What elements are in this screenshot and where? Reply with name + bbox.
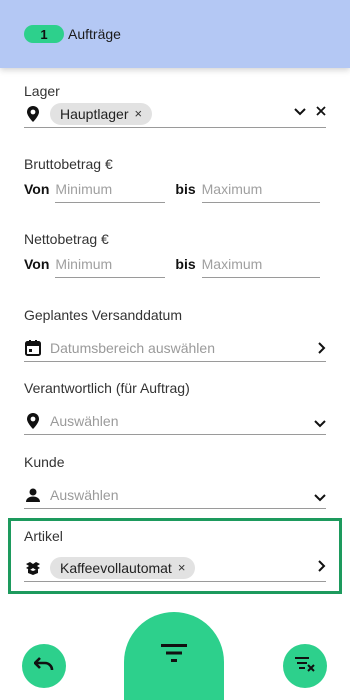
artikel-chip: Kaffeevollautomat × bbox=[50, 556, 196, 579]
brutto-to-label: bis bbox=[175, 181, 196, 197]
netto-to-label: bis bbox=[175, 256, 196, 272]
lager-chip-label: Hauptlager bbox=[60, 105, 129, 122]
lager-field: Lager Hauptlager × bbox=[24, 82, 326, 128]
versand-placeholder: Datumsbereich auswählen bbox=[50, 339, 215, 356]
lager-chip-remove[interactable]: × bbox=[135, 106, 143, 121]
artikel-chip-label: Kaffeevollautomat bbox=[60, 559, 172, 576]
clear-filter-button[interactable] bbox=[283, 644, 327, 688]
netto-field: Nettobetrag € Von Minimum bis Maximum bbox=[24, 230, 326, 278]
chevron-down-icon[interactable] bbox=[314, 416, 326, 431]
filter-icon bbox=[161, 644, 187, 667]
count-badge: 1 bbox=[24, 25, 64, 43]
header-bar: 1 Aufträge bbox=[0, 0, 350, 68]
brutto-from-label: Von bbox=[24, 181, 50, 197]
chevron-down-icon[interactable] bbox=[314, 490, 326, 505]
netto-min-input[interactable]: Minimum bbox=[55, 250, 166, 278]
kunde-label: Kunde bbox=[24, 454, 65, 470]
kunde-field: Kunde Auswählen bbox=[24, 453, 326, 509]
artikel-label: Artikel bbox=[24, 528, 63, 544]
verantwortlich-field: Verantwortlich (für Auftrag) Auswählen bbox=[24, 379, 326, 435]
kunde-placeholder: Auswählen bbox=[50, 486, 119, 503]
versand-label: Geplantes Versanddatum bbox=[24, 307, 182, 323]
undo-button[interactable] bbox=[22, 644, 66, 688]
artikel-chip-remove[interactable]: × bbox=[178, 560, 186, 575]
brutto-max-input[interactable]: Maximum bbox=[201, 175, 320, 203]
netto-label: Nettobetrag € bbox=[24, 231, 109, 247]
chevron-right-icon[interactable] bbox=[318, 560, 326, 575]
verantwortlich-select[interactable]: Auswählen bbox=[24, 407, 326, 435]
brutto-label: Bruttobetrag € bbox=[24, 156, 113, 172]
chevron-down-icon[interactable] bbox=[294, 104, 306, 119]
header-title: Aufträge bbox=[68, 26, 121, 42]
verantwortlich-label: Verantwortlich (für Auftrag) bbox=[24, 380, 190, 396]
lager-select[interactable]: Hauptlager × bbox=[24, 100, 326, 128]
versand-field: Geplantes Versanddatum Datumsbereich aus… bbox=[24, 306, 326, 362]
chevron-right-icon[interactable] bbox=[318, 342, 326, 357]
location-pin-icon bbox=[24, 105, 42, 123]
calendar-icon bbox=[24, 339, 42, 357]
undo-icon bbox=[33, 656, 54, 676]
artikel-field: Artikel Kaffeevollautomat × bbox=[24, 527, 326, 582]
verantwortlich-placeholder: Auswählen bbox=[50, 412, 119, 429]
kunde-select[interactable]: Auswählen bbox=[24, 481, 326, 509]
artikel-select[interactable]: Kaffeevollautomat × bbox=[24, 554, 326, 582]
versand-select[interactable]: Datumsbereich auswählen bbox=[24, 334, 326, 362]
close-icon[interactable] bbox=[316, 104, 326, 119]
lager-chip: Hauptlager × bbox=[50, 102, 153, 125]
location-pin-icon bbox=[24, 412, 42, 430]
person-icon bbox=[24, 486, 42, 504]
filter-clear-icon bbox=[295, 656, 315, 677]
netto-from-label: Von bbox=[24, 256, 50, 272]
brutto-field: Bruttobetrag € Von Minimum bis Maximum bbox=[24, 155, 326, 203]
filter-button[interactable] bbox=[124, 612, 224, 700]
netto-max-input[interactable]: Maximum bbox=[201, 250, 320, 278]
brutto-min-input[interactable]: Minimum bbox=[55, 175, 166, 203]
lager-label: Lager bbox=[24, 83, 60, 99]
box-icon bbox=[24, 559, 42, 577]
